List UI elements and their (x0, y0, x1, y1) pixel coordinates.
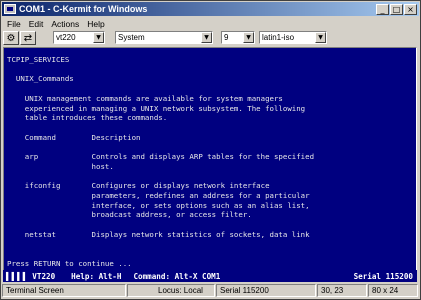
status-blocks: ▌▌▌▌ (6, 271, 29, 281)
title-bar[interactable]: COM1 - C-Kermit for Windows _ □ × (2, 2, 419, 16)
maximize-button[interactable]: □ (390, 3, 403, 15)
chevron-down-icon[interactable]: ▼ (93, 32, 104, 43)
status-term: VT220 (32, 271, 56, 281)
window-title: COM1 - C-Kermit for Windows (19, 4, 148, 14)
status-serial-pane: Serial 115200 (216, 284, 316, 297)
font-select[interactable]: System ▼ (115, 31, 213, 44)
charset-value: latin1-iso (262, 33, 295, 42)
status-command: Command: Alt-X COM1 (133, 271, 221, 281)
terminal-type-select[interactable]: vt220 ▼ (53, 31, 105, 44)
menu-actions[interactable]: Actions (47, 19, 83, 29)
status-size: 80 x 24 (368, 284, 418, 297)
menu-help[interactable]: Help (83, 19, 108, 29)
kermit-window: COM1 - C-Kermit for Windows _ □ × File E… (0, 0, 421, 300)
chevron-down-icon[interactable]: ▼ (315, 32, 326, 43)
terminal-screen[interactable]: TCPIP_SERVICES UNIX_Commands UNIX manage… (3, 47, 417, 271)
terminal-line: UNIX management commands are available f… (7, 93, 283, 103)
status-cursor: 30, 23 (317, 284, 367, 297)
chevron-down-icon[interactable]: ▼ (243, 32, 254, 43)
font-value: System (118, 33, 145, 42)
status-help: Help: Alt-H (71, 271, 122, 281)
terminal-line: parameters, redefines an address for a p… (7, 190, 310, 200)
terminal-line: table introduces these commands. (7, 113, 168, 123)
minimize-button[interactable]: _ (376, 3, 389, 15)
terminal-type-value: vt220 (56, 33, 76, 42)
toolbar: ⚙ ⇄ vt220 ▼ System ▼ 9 ▼ latin1-iso ▼ (3, 30, 419, 46)
terminal-line: experienced in managing a UNIX network s… (7, 103, 306, 113)
font-size-select[interactable]: 9 ▼ (221, 31, 255, 44)
terminal-line: TCPIP_SERVICES (7, 55, 70, 64)
app-icon[interactable] (4, 4, 16, 14)
terminal-line: netstat Displays network statistics of s… (7, 229, 310, 239)
window-controls: _ □ × (376, 3, 417, 15)
status-mode: Terminal Screen (2, 284, 126, 297)
terminal-line: arp Controls and displays ARP tables for… (7, 152, 315, 162)
kermit-status-line: ▌▌▌▌ VT220 Help: Alt-H Command: Alt-X CO… (3, 270, 417, 282)
terminal-line: broadcast address, or access filter. (7, 210, 252, 220)
chevron-down-icon[interactable]: ▼ (201, 32, 212, 43)
status-bar: Terminal Screen Locus: Local Serial 1152… (2, 284, 420, 298)
terminal-line: ifconfig Configures or displays network … (7, 181, 270, 191)
terminal-line: Press RETURN to continue ... (7, 258, 132, 268)
terminal-text: TCPIP_SERVICES UNIX_Commands UNIX manage… (7, 55, 314, 268)
status-serial: Serial 115200 (353, 271, 413, 281)
terminal-line: Command Description (7, 132, 141, 142)
terminal-line: UNIX_Commands (7, 74, 74, 84)
charset-select[interactable]: latin1-iso ▼ (259, 31, 327, 44)
close-button[interactable]: × (404, 3, 417, 15)
menu-file[interactable]: File (3, 19, 25, 29)
status-locus: Locus: Local (127, 284, 215, 297)
settings-gear-icon[interactable]: ⚙ (3, 31, 19, 45)
menu-edit[interactable]: Edit (25, 19, 48, 29)
terminal-line: host. (7, 161, 114, 171)
menu-bar: File Edit Actions Help (3, 17, 109, 30)
connect-arrows-icon[interactable]: ⇄ (20, 31, 36, 45)
font-size-value: 9 (224, 33, 229, 42)
terminal-line: interface, or sets options such as an al… (7, 200, 310, 210)
